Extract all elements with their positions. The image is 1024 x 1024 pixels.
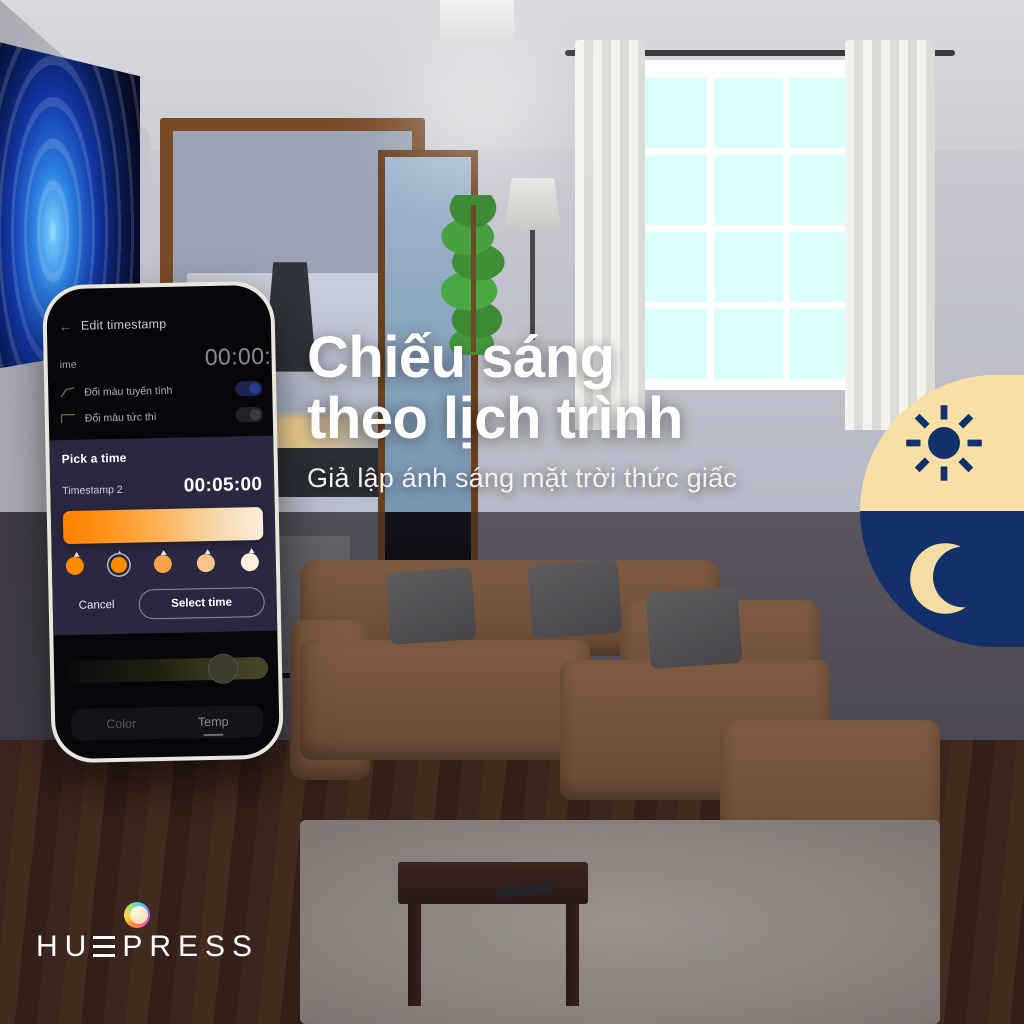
brightness-slider[interactable] [63,653,269,685]
cancel-button[interactable]: Cancel [68,593,124,618]
sun-icon [906,405,982,481]
subtitle: Giả lập ánh sáng mặt trời thức giấc [307,462,737,493]
headline-line-1: Chiếu sáng [307,325,615,390]
phone-mockup: ← Edit timestamp ime 00:00:00 Đổi màu tu… [42,280,284,764]
brightness-control [53,631,278,685]
floor-lamp-shade [505,178,561,230]
phone-screen: ← Edit timestamp ime 00:00:00 Đổi màu tu… [46,284,280,760]
cushion [385,567,477,645]
color-swatch[interactable] [196,549,218,573]
back-arrow-icon[interactable]: ← [59,318,72,333]
area-rug [300,820,940,1024]
headline-block: Chiếu sáng theo lịch trình Giả lập ánh s… [307,327,867,494]
brand-prefix: HU [36,930,94,963]
table-leg [566,896,579,1006]
ceiling-lamp [440,0,514,46]
time-label: ime [59,358,77,372]
cushion [645,586,743,670]
time-value[interactable]: 00:00:00 [205,342,280,371]
app-header: ← Edit timestamp [46,285,271,334]
pick-a-time-card: Pick a time Timestamp 2 00:05:00 Cancel … [49,435,278,636]
brand-e-glyph-icon [93,936,116,958]
promo-graphic: Chiếu sáng theo lịch trình Giả lập ánh s… [0,0,1024,1024]
table-leg [408,896,421,1006]
pick-card-title: Pick a time [61,450,127,467]
floor-lamp-stem [530,230,535,340]
color-temp-tabs: Color Temp [70,704,264,741]
hue-color-wheel-icon [124,902,150,928]
badge-day-half [860,375,1024,511]
day-night-badge [860,375,1024,647]
linear-ramp-icon [60,387,75,398]
tab-color[interactable]: Color [75,716,167,732]
color-swatch[interactable] [65,551,87,576]
sofa-seat-left [300,640,590,760]
headline: Chiếu sáng theo lịch trình [307,327,867,450]
brightness-slider-knob[interactable] [207,653,239,685]
coffee-table [398,862,588,904]
pick-card-actions: Cancel Select time [64,586,266,621]
time-row: ime 00:00:00 [47,329,280,375]
timestamp-value[interactable]: 00:05:00 [184,474,263,498]
timestamp-row: Timestamp 2 00:05:00 [62,474,262,500]
toggle-row-instant[interactable]: Đổi màu tức thì [48,396,272,427]
color-swatch[interactable] [153,549,174,574]
step-ramp-icon [60,413,75,424]
toggle-switch[interactable] [235,406,263,423]
cushion [527,558,623,640]
toggle-label: Đổi màu tuyến tính [84,384,173,399]
color-temperature-gradient-bar[interactable] [62,506,264,545]
toggle-switch[interactable] [235,380,263,397]
brand-wordmark: HU PRESS [36,930,259,964]
moon-icon [910,543,966,614]
tab-temp[interactable]: Temp [167,714,259,730]
color-swatch[interactable] [240,548,262,572]
badge-night-half [860,511,1024,647]
app-title: Edit timestamp [80,316,167,333]
headline-line-2: theo lịch trình [307,386,683,452]
select-time-button[interactable]: Select time [138,586,266,620]
timestamp-label: Timestamp 2 [62,483,123,498]
toggle-label: Đổi màu tức thì [84,410,157,425]
color-swatch-selected[interactable] [109,550,130,574]
swatch-row [64,548,264,576]
brand-logo: HU PRESS [36,902,259,964]
brand-suffix: PRESS [122,930,260,963]
